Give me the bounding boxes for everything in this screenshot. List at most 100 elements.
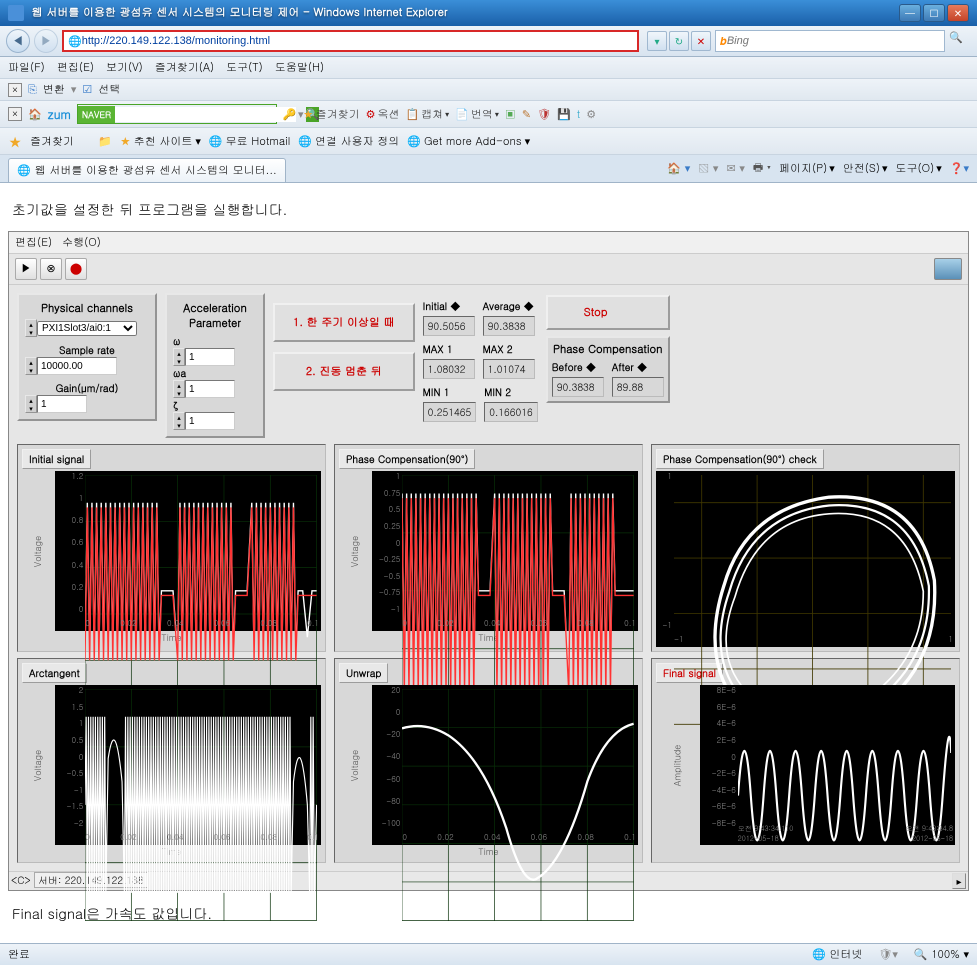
key-icon[interactable]: 🔑	[283, 107, 297, 122]
tool-safety[interactable]: 안전(S) ▾	[843, 161, 888, 176]
w-input[interactable]: ▴▾	[173, 348, 257, 366]
btn-one-cycle[interactable]: 1. 한 주기 이상일 때	[273, 303, 415, 342]
tool-home-icon[interactable]: 🏠 ▾	[667, 161, 690, 176]
max2-value: 1.01074	[483, 359, 535, 379]
fav-hotmail[interactable]: 🌐무료 Hotmail	[209, 134, 290, 149]
channel-select[interactable]: PXI1Slot3/ai0:1	[37, 321, 137, 336]
vi-run-button[interactable]: ▶	[15, 258, 37, 280]
select-label[interactable]: 선택	[98, 82, 120, 97]
menu-view[interactable]: 보기(V)	[106, 60, 143, 75]
tool-mail-icon[interactable]: ✉ ▾	[726, 161, 744, 176]
tab-title: 웹 서버를 이용한 광섬유 센서 시스템의 모니터...	[35, 163, 277, 178]
tb3-twitter[interactable]: t	[577, 107, 580, 122]
tool-help-icon[interactable]: ❓▾	[950, 161, 969, 176]
phase-comp-title: Phase Compensation	[552, 342, 664, 360]
vi-stop-button[interactable]: ⬤	[65, 258, 87, 280]
tb3-ext1[interactable]: ▣	[505, 107, 516, 122]
fav-recommend[interactable]: ★추천 사이트 ▾	[120, 134, 201, 149]
accel-title: Acceleration Parameter	[173, 301, 257, 334]
chart-unwrap-label: Unwrap	[339, 663, 388, 683]
title-bar: 웹 서버를 이용한 광섬유 센서 시스템의 모니터링 제어 - Windows …	[0, 0, 977, 26]
naver-search[interactable]: NAVER ▾ 🔍	[77, 104, 277, 124]
tool-page[interactable]: 페이지(P) ▾	[779, 161, 835, 176]
forward-button[interactable]: ▶	[34, 29, 58, 53]
status-protected-icon: 🛡▾	[878, 947, 898, 962]
tb3-ext2[interactable]: ✎	[522, 107, 531, 122]
back-button[interactable]: ◀	[6, 29, 30, 53]
status-zoom[interactable]: 🔍 100% ▾	[914, 947, 969, 962]
menu-file[interactable]: 파일(F)	[8, 60, 45, 75]
tool-tools[interactable]: 도구(O) ▾	[896, 161, 942, 176]
fav-addons[interactable]: 🌐Get more Add-ons ▾	[407, 134, 530, 149]
stop-button[interactable]: Stop	[546, 295, 670, 330]
max1-value: 1.08032	[423, 359, 475, 379]
refresh-button[interactable]: ↻	[669, 31, 689, 51]
status-bar: 완료 🌐 인터넷 🛡▾ 🔍 100% ▾	[0, 943, 977, 965]
chart-arctan-ylabel: Voltage	[31, 749, 44, 780]
menu-favorites[interactable]: 즐겨찾기(A)	[155, 60, 214, 75]
tb3-translate[interactable]: 📄번역▾	[455, 107, 499, 122]
tool-feed-icon[interactable]: ▧ ▾	[698, 161, 718, 176]
scroll-right-arrow[interactable]: ▸	[952, 873, 966, 889]
tab-ie-icon: 🌐	[17, 163, 31, 178]
close-button[interactable]: ✕	[947, 4, 969, 22]
home-icon[interactable]: 🏠	[28, 107, 42, 122]
address-input[interactable]	[82, 35, 633, 47]
tb3-option[interactable]: ⚙옥션	[366, 107, 400, 122]
maximize-button[interactable]: ☐	[923, 4, 945, 22]
vi-menu-edit[interactable]: 편집(E)	[15, 235, 52, 250]
menu-tools[interactable]: 도구(T)	[226, 60, 263, 75]
search-box[interactable]: 𝒃	[715, 30, 945, 52]
toolbar-close[interactable]: ×	[8, 83, 22, 97]
convert-label[interactable]: 변환	[43, 82, 65, 97]
favorites-bar: ★ 즐겨찾기 📁 ★추천 사이트 ▾ 🌐무료 Hotmail 🌐연결 사용자 정…	[0, 128, 977, 155]
minimize-button[interactable]: ─	[899, 4, 921, 22]
vi-menu-bar: 편집(E) 수행(O)	[9, 232, 968, 254]
tb3-ext3[interactable]: 🛡	[537, 107, 551, 122]
tb3-favorites[interactable]: ★즐겨찾기	[303, 107, 360, 122]
menu-edit[interactable]: 편집(E)	[57, 60, 94, 75]
page-content: 초기값을 설정한 뒤 프로그램을 실행합니다. 편집(E) 수행(O) ▶ ⊗ …	[0, 183, 977, 943]
tb3-capture[interactable]: 📋캡쳐▾	[405, 107, 449, 122]
before-value: 90.3838	[552, 377, 604, 397]
active-tab[interactable]: 🌐 웹 서버를 이용한 광섬유 센서 시스템의 모니터...	[8, 158, 286, 182]
initial-value: 90.5056	[423, 316, 475, 336]
address-box[interactable]: 🌐	[62, 30, 639, 52]
chart-phase90: Phase Compensation(90°) Voltage 10.750.5…	[334, 444, 643, 652]
search-input[interactable]	[727, 35, 940, 47]
bing-icon: 𝒃	[720, 34, 727, 49]
vi-monitor-icon	[934, 258, 962, 280]
zum-close[interactable]: ×	[8, 107, 22, 121]
chart-initial-label: Initial signal	[22, 449, 91, 469]
btn-after-vib[interactable]: 2. 진동 멈춘 뒤	[273, 352, 415, 391]
wa-input[interactable]: ▴▾	[173, 380, 257, 398]
z-input[interactable]: ▴▾	[173, 412, 257, 430]
min1-value: 0.251465	[423, 402, 477, 422]
fav-userdef[interactable]: 🌐연결 사용자 정의	[298, 134, 399, 149]
fav-label[interactable]: 즐겨찾기	[30, 134, 74, 149]
tb3-ext4[interactable]: 💾	[557, 107, 571, 122]
vi-menu-run[interactable]: 수행(O)	[62, 235, 101, 250]
chart-phase90-label: Phase Compensation(90°)	[339, 449, 475, 469]
chart-initial-ylabel: Voltage	[31, 535, 44, 566]
gain-input[interactable]: ▴▾	[25, 395, 149, 413]
after-label: After ◆	[612, 360, 664, 374]
tb3-gear[interactable]: ⚙	[586, 107, 596, 122]
url-dropdown[interactable]: ▾	[647, 31, 667, 51]
chart-phase90-ylabel: Voltage	[348, 535, 361, 566]
tool-print-icon[interactable]: 🖶 ▾	[753, 159, 771, 178]
fav-star-icon[interactable]: ★	[8, 131, 22, 151]
sample-rate-input[interactable]: ▴▾	[25, 357, 149, 375]
vi-abort-button[interactable]: ⊗	[40, 258, 62, 280]
zum-logo[interactable]: zum	[48, 106, 71, 123]
max1-label: MAX 1	[423, 342, 475, 356]
channel-selector[interactable]: ▴▾ PXI1Slot3/ai0:1	[25, 319, 149, 337]
window-title: 웹 서버를 이용한 광섬유 센서 시스템의 모니터링 제어 - Windows …	[32, 5, 448, 20]
naver-input[interactable]	[115, 107, 296, 122]
search-go-button[interactable]: 🔍	[949, 30, 971, 52]
stop-nav-button[interactable]: ✕	[691, 31, 711, 51]
naver-label: NAVER	[78, 106, 115, 123]
menu-help[interactable]: 도움말(H)	[275, 60, 324, 75]
gain-label: Gain(μm/rad)	[25, 381, 149, 395]
min2-value: 0.166016	[484, 402, 538, 422]
